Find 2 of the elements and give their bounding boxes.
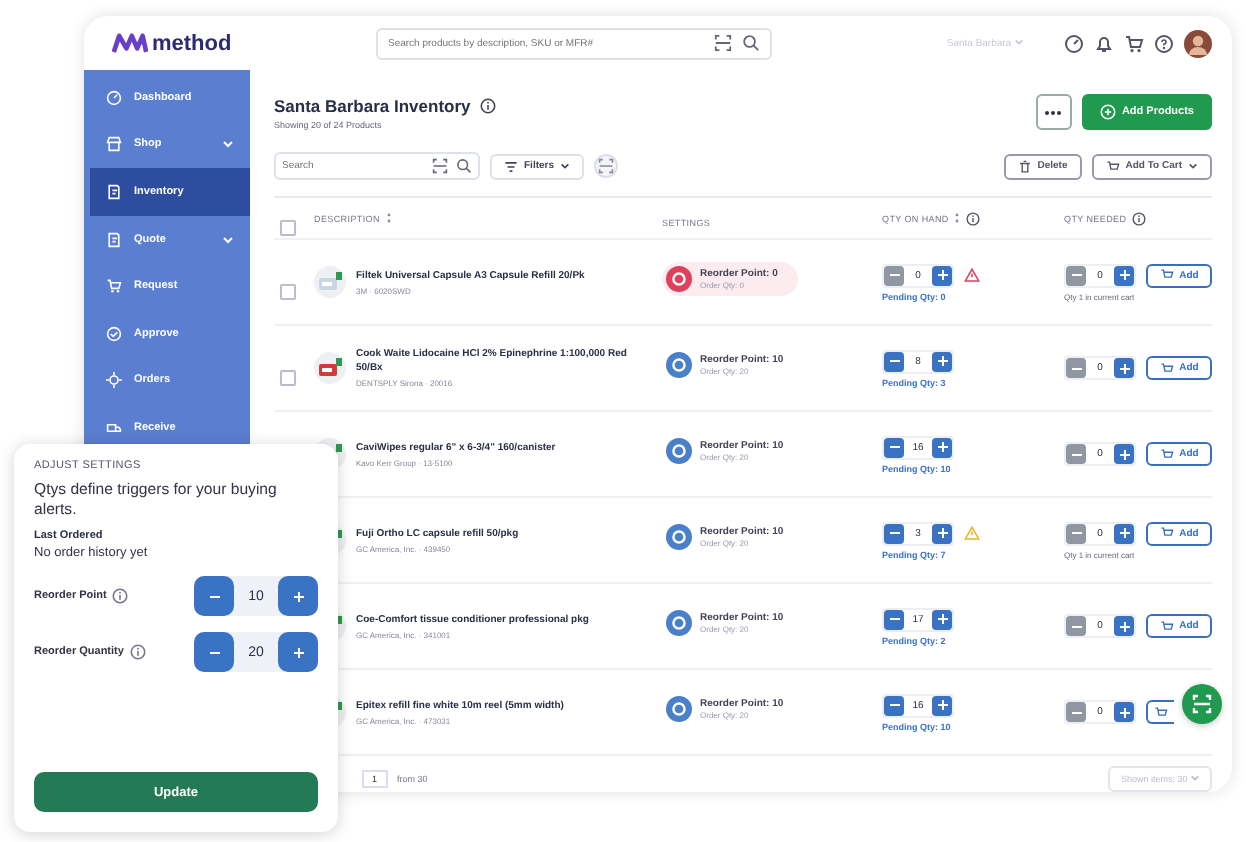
page-title: Santa Barbara Inventory: [274, 95, 471, 115]
brand-name: method: [152, 31, 232, 55]
